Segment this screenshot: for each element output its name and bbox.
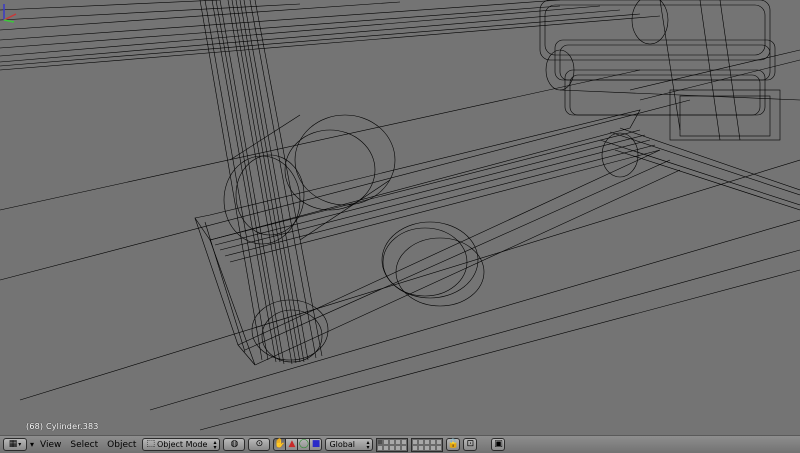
vertical-cylinder — [199, 0, 329, 365]
object-mode-icon: ⬚ — [146, 439, 155, 449]
upper-right-assembly — [539, 0, 800, 211]
cylinder-knuckle-2 — [381, 221, 485, 307]
orientation-label: Global — [329, 440, 355, 449]
sphere-shading-icon: ◍ — [230, 439, 239, 449]
3d-viewport[interactable]: (68) Cylinder.383 — [0, 0, 800, 435]
pivot-point-icon: ⊙ — [255, 439, 264, 449]
collapse-menu-icon[interactable]: ▾ — [30, 440, 34, 449]
wireframe-scene — [0, 0, 800, 431]
snap-button[interactable]: ⊡ — [463, 438, 478, 451]
snap-icon: ⊡ — [466, 439, 475, 449]
view-menu[interactable]: View — [37, 440, 64, 450]
manipulator-group: ✋ ▲ ◯ ■ — [273, 438, 323, 451]
object-menu[interactable]: Object — [104, 440, 139, 450]
render-button[interactable]: ▣ — [491, 438, 506, 451]
lock-icon: 🔒 — [447, 439, 460, 449]
viewport-shading-button[interactable]: ◍ — [223, 438, 246, 451]
hand-icon: ✋ — [274, 439, 286, 449]
select-menu[interactable]: Select — [67, 440, 101, 450]
axis-gizmo-icon — [3, 4, 17, 23]
floor-lines — [0, 0, 800, 431]
translate-arrow-icon: ▲ — [288, 439, 296, 449]
dropdown-arrows-icon: ▴ ▾ — [366, 438, 370, 451]
pivot-point-button[interactable]: ⊙ — [248, 438, 271, 451]
3d-view-header: ▦ ▾ ▾ View Select Object ⬚ Object Mode ▴… — [0, 435, 800, 453]
scale-icon: ■ — [311, 439, 321, 449]
layer-20[interactable] — [436, 444, 443, 451]
cylinder-knuckle-1 — [223, 114, 396, 245]
view3d-grid-icon: ▦ — [8, 439, 18, 449]
mode-label: Object Mode — [156, 440, 208, 449]
rotate-icon: ◯ — [298, 439, 309, 449]
layers-grid-1[interactable] — [376, 437, 409, 452]
camera-render-icon: ▣ — [494, 439, 503, 449]
scale-button[interactable]: ■ — [309, 438, 323, 451]
orientation-dropdown[interactable]: Global ▴ ▾ — [325, 438, 374, 451]
dropdown-arrows-icon: ▴ ▾ — [213, 438, 217, 451]
square-beam — [194, 109, 681, 366]
chevron-down-icon: ▾ — [18, 441, 22, 448]
editor-type-button[interactable]: ▦ ▾ — [3, 438, 27, 451]
mode-dropdown[interactable]: ⬚ Object Mode ▴ ▾ — [142, 438, 221, 451]
lock-camera-button[interactable]: 🔒 — [446, 438, 461, 451]
layers-grid-2[interactable] — [411, 437, 444, 452]
layer-15[interactable] — [401, 444, 408, 451]
object-info-text: (68) Cylinder.383 — [26, 422, 99, 431]
